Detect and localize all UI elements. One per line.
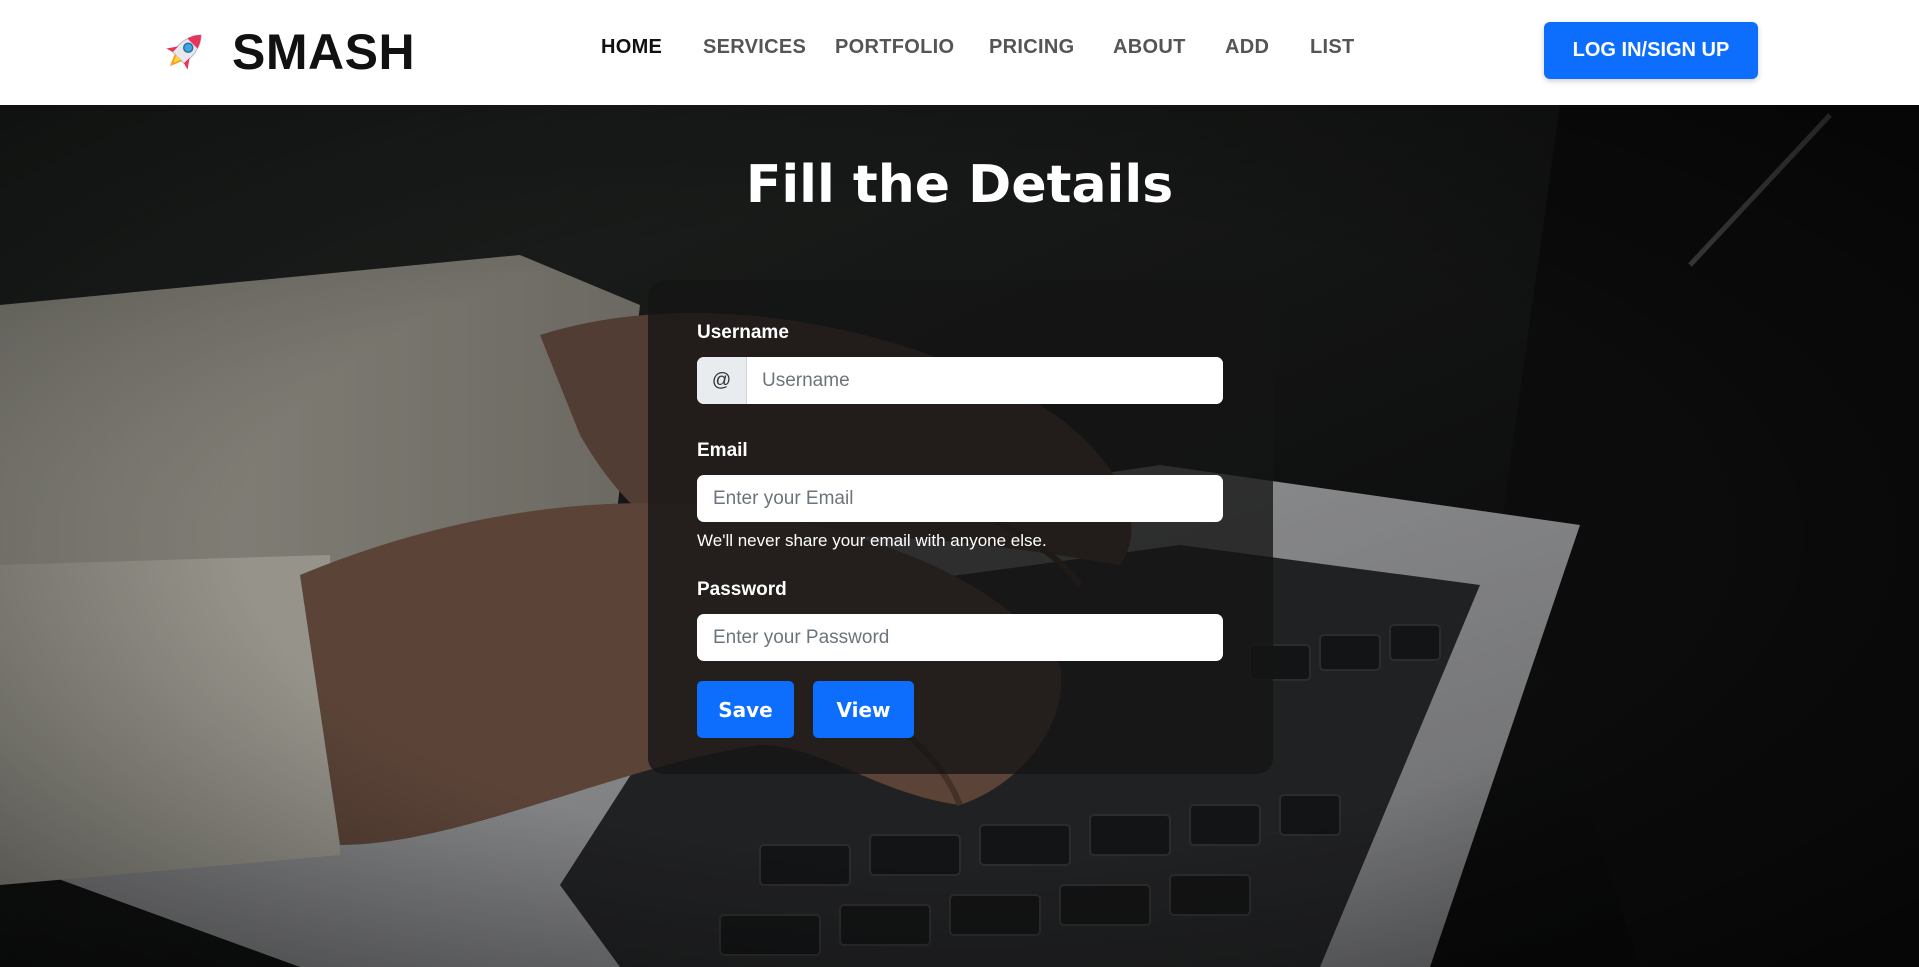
- at-sign-prefix: @: [697, 357, 747, 404]
- login-signup-button[interactable]: LOG IN/SIGN UP: [1544, 22, 1758, 79]
- hero-section: Fill the Details Username @ Email We'll …: [0, 105, 1919, 967]
- nav-item-services[interactable]: SERVICES: [703, 36, 806, 59]
- save-button[interactable]: Save: [697, 681, 794, 738]
- password-label: Password: [697, 579, 787, 600]
- nav-item-list[interactable]: LIST: [1310, 36, 1355, 59]
- nav-item-pricing[interactable]: PRICING: [989, 36, 1074, 59]
- nav-item-portfolio[interactable]: PORTFOLIO: [835, 36, 954, 59]
- nav-item-about[interactable]: ABOUT: [1113, 36, 1186, 59]
- page-title: Fill the Details: [745, 155, 1174, 215]
- email-input[interactable]: [697, 475, 1223, 522]
- navbar: SMASH HOME SERVICES PORTFOLIO PRICING AB…: [0, 0, 1919, 105]
- nav-item-add[interactable]: ADD: [1225, 36, 1269, 59]
- details-form: Username @ Email We'll never share your …: [648, 280, 1273, 774]
- nav-item-home[interactable]: HOME: [601, 36, 662, 59]
- username-input-group: @: [697, 357, 1223, 404]
- username-label: Username: [697, 322, 789, 343]
- password-input[interactable]: [697, 614, 1223, 661]
- email-help-text: We'll never share your email with anyone…: [697, 531, 1047, 550]
- username-input[interactable]: [747, 357, 1223, 404]
- email-label: Email: [697, 440, 748, 461]
- view-button[interactable]: View: [813, 681, 914, 738]
